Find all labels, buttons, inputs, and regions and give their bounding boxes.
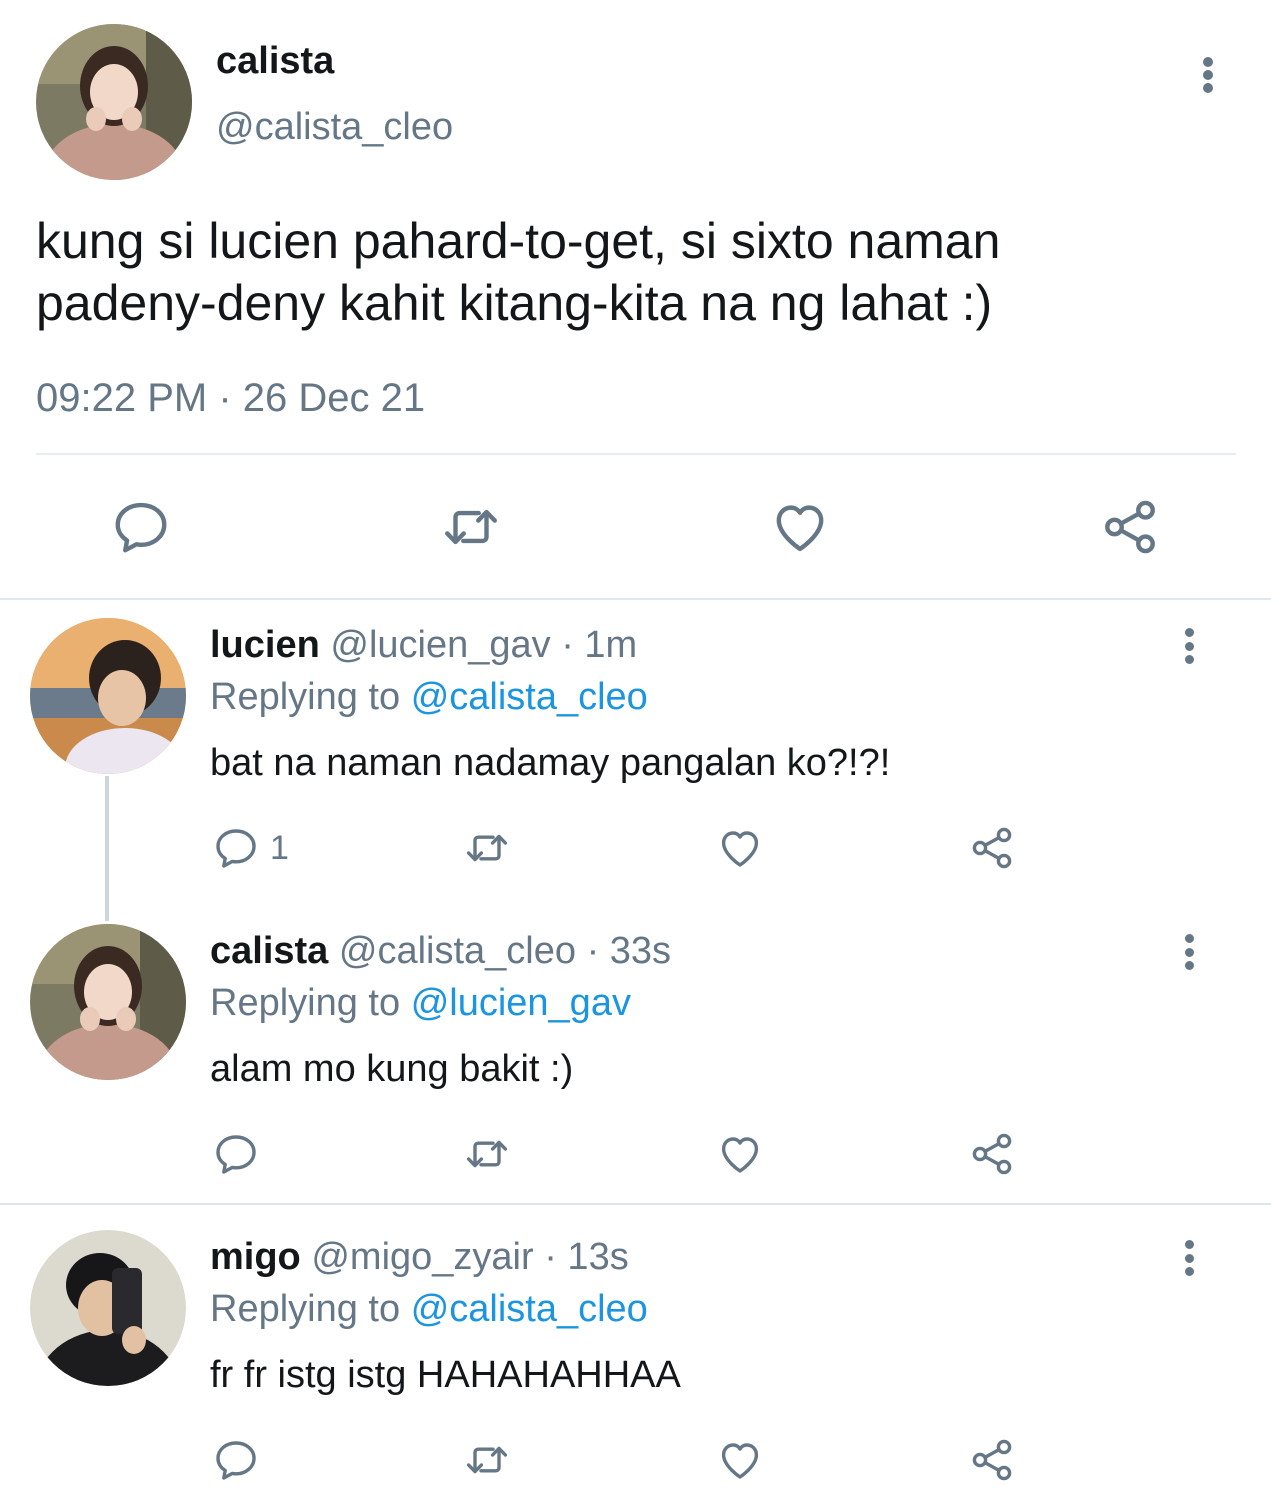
share-icon <box>968 1130 1016 1178</box>
reply-time[interactable]: · 13s <box>544 1236 628 1278</box>
tweet-text-line: padeny-deny kahit kitang-kita na ng laha… <box>36 275 993 331</box>
share-button[interactable] <box>968 1436 1016 1484</box>
divider <box>0 598 1271 600</box>
reply-button[interactable] <box>212 1130 260 1178</box>
mention-link[interactable]: @calista_cleo <box>411 1288 648 1330</box>
retweet-button[interactable] <box>463 1130 511 1178</box>
share-icon <box>968 1436 1016 1484</box>
share-icon[interactable] <box>1099 496 1161 558</box>
reply-text: fr fr istg istg HAHAHAHHAA <box>210 1354 681 1396</box>
like-button[interactable] <box>716 1130 764 1178</box>
replying-to-label: Replying to <box>210 1288 401 1330</box>
share-button[interactable] <box>968 1130 1016 1178</box>
reply-button[interactable] <box>212 1436 260 1484</box>
author-name[interactable]: calista <box>210 930 328 972</box>
reply-icon[interactable] <box>110 496 172 558</box>
author-handle[interactable]: @migo_zyair <box>311 1236 533 1278</box>
replying-to-label: Replying to <box>210 676 401 718</box>
reply-time[interactable]: · 33s <box>587 930 671 972</box>
author-name[interactable]: calista <box>216 40 334 83</box>
more-options-icon[interactable] <box>1179 628 1199 664</box>
more-options-icon[interactable] <box>1198 57 1218 93</box>
avatar[interactable] <box>30 924 186 1080</box>
author-name[interactable]: migo <box>210 1236 301 1278</box>
like-button[interactable] <box>716 1436 764 1484</box>
thread-connector <box>105 776 109 921</box>
reply-icon <box>212 1436 260 1484</box>
author-handle[interactable]: @calista_cleo <box>216 106 453 149</box>
retweet-icon <box>463 1130 511 1178</box>
replying-to: Replying to @calista_cleo <box>210 676 648 719</box>
like-icon <box>716 1436 764 1484</box>
retweet-button[interactable] <box>463 1436 511 1484</box>
like-icon <box>716 824 764 872</box>
replying-to: Replying to @lucien_gav <box>210 982 631 1025</box>
retweet-icon <box>463 824 511 872</box>
retweet-icon[interactable] <box>440 496 502 558</box>
retweet-button[interactable] <box>463 824 511 872</box>
author-name[interactable]: lucien <box>210 624 320 666</box>
divider <box>0 1203 1271 1205</box>
more-options-icon[interactable] <box>1179 934 1199 970</box>
avatar[interactable] <box>30 618 186 774</box>
retweet-icon <box>463 1436 511 1484</box>
reply-time[interactable]: · 1m <box>561 624 637 666</box>
tweet-text: kung si lucien pahard-to-get, si sixto n… <box>36 210 1236 334</box>
divider <box>36 453 1236 455</box>
reply-text: alam mo kung bakit :) <box>210 1048 574 1090</box>
author-handle[interactable]: @calista_cleo <box>339 930 576 972</box>
replying-to: Replying to @calista_cleo <box>210 1288 648 1331</box>
reply-button[interactable]: 1 <box>212 824 289 872</box>
like-icon[interactable] <box>769 496 831 558</box>
more-options-icon[interactable] <box>1179 1240 1199 1276</box>
tweet-timestamp[interactable]: 09:22 PM · 26 Dec 21 <box>36 376 425 421</box>
tweet-text-line: kung si lucien pahard-to-get, si sixto n… <box>36 213 1001 269</box>
like-button[interactable] <box>716 824 764 872</box>
avatar[interactable] <box>30 1230 186 1386</box>
reply-count: 1 <box>270 828 289 867</box>
mention-link[interactable]: @calista_cleo <box>411 676 648 718</box>
reply-header: lucien @lucien_gav · 1m <box>210 624 637 667</box>
like-icon <box>716 1130 764 1178</box>
reply-text: bat na naman nadamay pangalan ko?!?! <box>210 742 891 784</box>
share-icon <box>968 824 1016 872</box>
replying-to-label: Replying to <box>210 982 401 1024</box>
share-button[interactable] <box>968 824 1016 872</box>
avatar[interactable] <box>36 24 192 180</box>
reply-icon <box>212 1130 260 1178</box>
reply-header: calista @calista_cleo · 33s <box>210 930 671 973</box>
reply-header: migo @migo_zyair · 13s <box>210 1236 629 1279</box>
mention-link[interactable]: @lucien_gav <box>411 982 631 1024</box>
author-handle[interactable]: @lucien_gav <box>330 624 550 666</box>
reply-icon <box>212 824 260 872</box>
